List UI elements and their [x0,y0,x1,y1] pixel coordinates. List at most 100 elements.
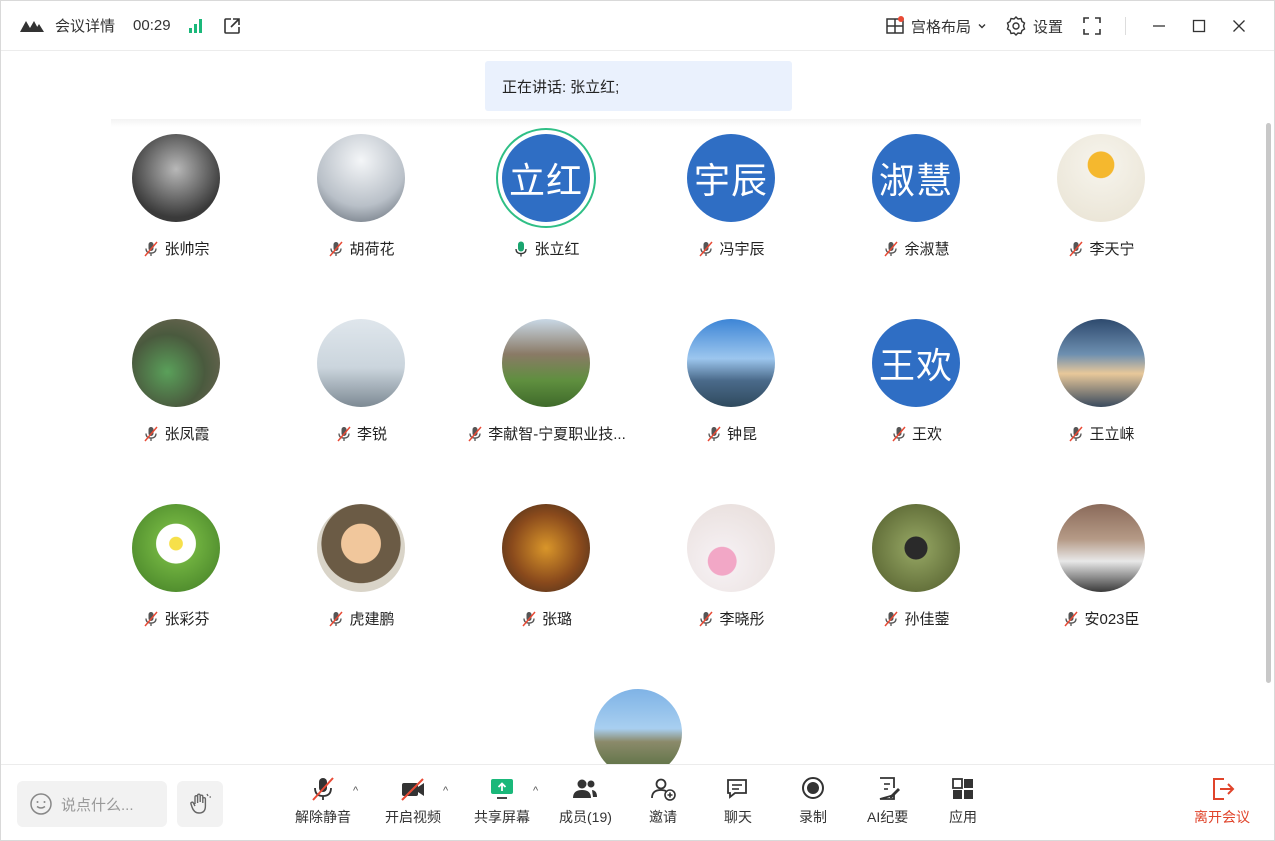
participant-tile[interactable]: 张帅宗 [84,134,268,259]
speaking-banner: 正在讲话: 张立红; [485,61,792,111]
participant-tile[interactable]: 李晓彤 [639,504,823,629]
participant-name: 张立红 [534,241,580,258]
share-options-caret[interactable]: ^ [533,785,538,797]
mic-muted-icon [892,426,906,441]
participant-avatar[interactable] [132,319,220,407]
participant-tile[interactable]: 李献智-宁夏职业技... [454,319,638,444]
avatar-initials: 宇辰 [693,160,768,201]
participant-tile[interactable]: 淑慧 余淑慧 [824,134,1008,259]
participant-name: 王立崃 [1089,426,1135,443]
avatar-initials: 立红 [508,160,583,201]
participant-tile[interactable]: 张凤霞 [84,319,268,444]
mic-muted-icon [468,426,482,441]
participant-tile[interactable]: 王欢 王欢 [824,319,1008,444]
raise-hand-icon [190,793,211,814]
participant-avatar[interactable]: 立红 [502,134,590,222]
participant-avatar[interactable] [687,504,775,592]
participant-name: 安023臣 [1084,611,1140,628]
leave-meeting-button[interactable]: 离开会议 [1194,775,1250,827]
participant-tile[interactable]: 李锐 [269,319,453,444]
participant-name-row: 余淑慧 [824,238,1008,259]
participant-avatar[interactable]: 淑慧 [872,134,960,222]
participant-name-row: 李献智-宁夏职业技... [454,423,638,444]
mic-muted-icon [329,241,344,256]
participant-tile[interactable]: 张彩芬 [84,504,268,629]
participant-name: 李天宁 [1089,241,1135,258]
participant-avatar[interactable] [132,134,220,222]
participant-tile[interactable]: 张璐 [454,504,638,629]
minimize-button[interactable] [1142,11,1176,41]
apps-icon [952,778,973,799]
participant-name-row: 虎建鹏 [269,608,453,629]
chat-button[interactable]: 聊天 [724,775,752,827]
record-button[interactable]: 录制 [799,775,827,827]
app-logo-icon [20,20,44,32]
participant-name-row: 钟昆 [639,423,823,444]
participant-tile[interactable]: 李天宁 [1009,134,1193,259]
participant-tile[interactable]: 虎建鹏 [269,504,453,629]
participant-tile[interactable]: 胡荷花 [269,134,453,259]
gear-icon [1006,16,1026,36]
avatar-initials: 淑慧 [878,160,953,201]
ai-minutes-button[interactable]: AI纪要 [867,775,908,827]
grid-top-shadow [111,119,1141,127]
close-button[interactable] [1222,11,1256,41]
settings-label: 设置 [1032,18,1063,36]
speaking-name: 张立红; [570,78,620,96]
participant-avatar[interactable] [502,319,590,407]
participant-avatar[interactable] [317,134,405,222]
participant-name-row: 王立崃 [1009,423,1193,444]
video-options-caret[interactable]: ^ [443,785,448,797]
chevron-down-icon [978,24,986,29]
participant-avatar[interactable] [872,504,960,592]
bottom-toolbar: 说点什么... 解除静音 ^ 开启视频 ^ 共享屏幕 ^ 成员(19) 邀请 聊… [1,764,1274,840]
apps-button[interactable]: 应用 [949,775,977,827]
invite-button[interactable]: 邀请 [649,775,677,827]
participant-avatar[interactable] [132,504,220,592]
meeting-info-link[interactable]: 会议详情 [55,15,115,36]
participant-avatar[interactable] [502,504,590,592]
participant-avatar[interactable] [1057,319,1145,407]
invite-label: 邀请 [649,809,677,825]
settings-button[interactable]: 设置 [999,15,1069,37]
participant-avatar[interactable]: 宇辰 [687,134,775,222]
participant-avatar[interactable] [1057,134,1145,222]
participant-name: 张帅宗 [164,241,210,258]
mic-muted-icon [707,426,721,441]
close-icon [1233,20,1245,32]
participant-name: 钟昆 [726,426,757,443]
unmute-label: 解除静音 [295,809,351,825]
maximize-button[interactable] [1182,11,1216,41]
ai-notes-icon [879,777,900,800]
participant-avatar[interactable] [1057,504,1145,592]
participant-avatar[interactable] [687,319,775,407]
audio-options-caret[interactable]: ^ [353,785,358,797]
participant-name: 李献智-宁夏职业技... [488,426,626,443]
participant-tile[interactable]: 安023臣 [1009,504,1193,629]
participant-tile[interactable]: 立红张立红 [454,134,638,259]
chat-label: 聊天 [724,809,752,825]
fullscreen-button[interactable] [1075,11,1109,41]
members-label: 成员(19) [559,809,612,825]
mic-muted-icon [884,241,899,256]
unmute-button[interactable]: 解除静音 [295,775,351,827]
members-button[interactable]: 成员(19) [559,775,612,827]
layout-dropdown[interactable]: 宫格布局 [879,16,993,37]
participant-tile[interactable]: 宇辰 冯宇辰 [639,134,823,259]
chat-placeholder: 说点什么... [61,796,134,814]
chat-input[interactable]: 说点什么... [17,781,167,827]
start-video-button[interactable]: 开启视频 [385,775,441,827]
raise-hand-button[interactable] [177,781,223,827]
share-screen-button[interactable]: 共享屏幕 [474,775,530,827]
apps-label: 应用 [949,809,977,825]
participant-avatar[interactable] [317,504,405,592]
grid-scrollbar[interactable] [1266,123,1271,683]
participant-avatar[interactable]: 王欢 [872,319,960,407]
participant-avatar[interactable] [317,319,405,407]
participant-tile[interactable]: 王立崃 [1009,319,1193,444]
participant-tile[interactable]: 钟昆 [639,319,823,444]
participant-tile[interactable]: 孙佳蓥 [824,504,1008,629]
network-signal-icon[interactable] [188,18,202,33]
mic-muted-icon [144,426,159,441]
popout-icon[interactable] [222,16,242,36]
